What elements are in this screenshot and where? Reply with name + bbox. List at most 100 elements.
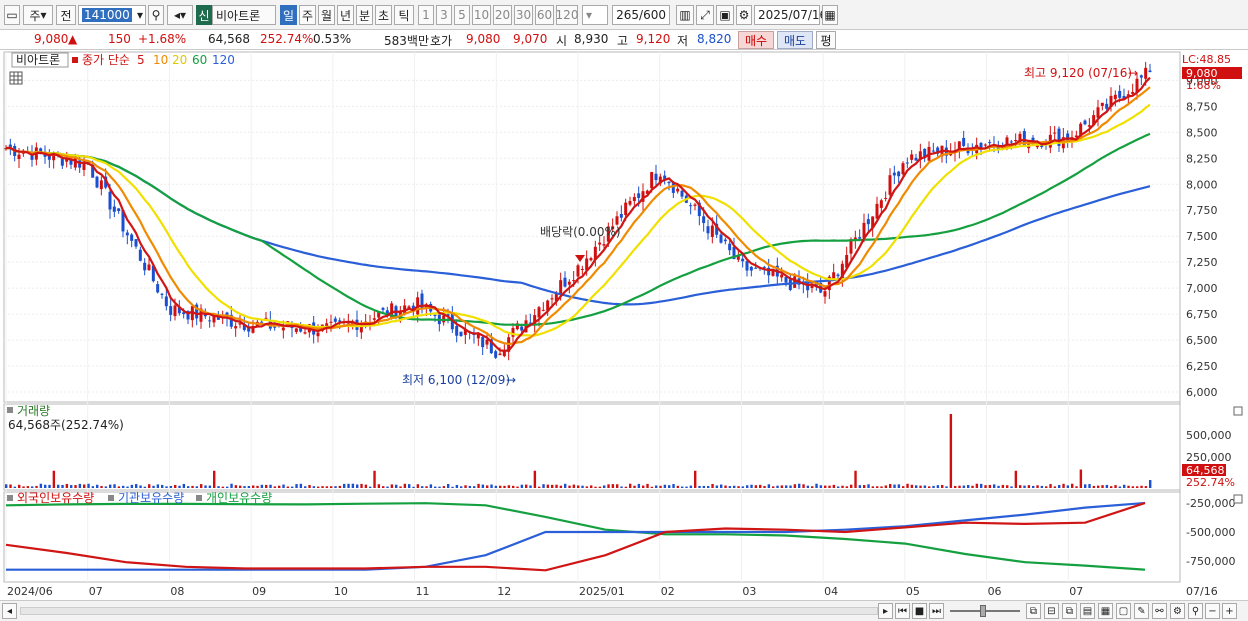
- legend-name: 비아트론: [16, 53, 60, 67]
- volume-bar: [880, 486, 883, 488]
- volume-bar: [369, 486, 372, 488]
- window-icon-2[interactable]: ▢: [1116, 603, 1131, 619]
- candle-body: [112, 206, 116, 212]
- candle-body: [598, 242, 602, 245]
- volume-bar: [473, 486, 476, 488]
- link-icon[interactable]: ⚯: [1152, 603, 1167, 619]
- candle-body: [589, 258, 593, 261]
- volume-bar: [52, 470, 56, 488]
- legend-ma20: 20: [172, 53, 187, 67]
- candle-body: [1009, 141, 1013, 143]
- candle-body: [832, 272, 836, 279]
- volume-bar: [395, 484, 398, 488]
- volume-bar: [871, 486, 875, 488]
- volume-bar: [48, 484, 51, 488]
- compare-icon[interactable]: ⧉: [1062, 603, 1077, 619]
- price-ytick: 6,000: [1186, 386, 1218, 399]
- pencil-icon[interactable]: ✎: [1134, 603, 1149, 619]
- candle-body: [567, 281, 571, 285]
- volume-bar: [962, 485, 966, 488]
- scrollbar-track[interactable]: [20, 607, 878, 615]
- volume-bar: [707, 485, 710, 488]
- volume-bar: [65, 483, 69, 488]
- x-label: 07: [1069, 585, 1083, 598]
- volume-bar: [464, 485, 467, 488]
- volume-bar: [590, 485, 593, 488]
- volume-bar: [429, 484, 433, 488]
- x-label: 02: [661, 585, 675, 598]
- candle-body: [693, 204, 697, 206]
- layout-icon[interactable]: ⧉: [1026, 603, 1041, 619]
- volume-bar: [1062, 483, 1065, 488]
- volume-bar: [494, 485, 498, 488]
- candle-body: [628, 200, 632, 205]
- scroll-left-icon[interactable]: ◂: [2, 603, 17, 619]
- grid-icon[interactable]: ▦: [1098, 603, 1113, 619]
- candle-body: [494, 351, 498, 358]
- candle-body: [884, 197, 888, 199]
- legend-ma-title: 종가 단순: [82, 53, 130, 67]
- split-icon[interactable]: ⊟: [1044, 603, 1059, 619]
- volume-bar: [1092, 485, 1096, 488]
- volume-bar: [694, 470, 697, 488]
- volume-bar: [1084, 484, 1087, 488]
- candle-body: [550, 298, 554, 300]
- volume-bar: [824, 485, 827, 488]
- volume-bar: [837, 486, 840, 488]
- zoom-in-icon[interactable]: +: [1222, 603, 1237, 619]
- volume-bar: [191, 485, 194, 488]
- volume-bar: [1144, 486, 1148, 488]
- panel-icon[interactable]: ▤: [1080, 603, 1095, 619]
- volume-bar: [624, 486, 628, 488]
- candle-body: [689, 205, 693, 207]
- volume-bar: [620, 486, 623, 488]
- zoom-search-icon[interactable]: ⚲: [1188, 603, 1203, 619]
- high-annotation: 최고 9,120 (07/16): [1024, 66, 1132, 80]
- volume-bar: [330, 486, 333, 488]
- stock-chart[interactable]: 9,0008,7508,5008,2508,0007,7507,5007,250…: [0, 0, 1248, 621]
- volume-bar: [152, 485, 155, 488]
- holding-close-icon[interactable]: [1233, 494, 1243, 504]
- candle-body: [988, 142, 992, 144]
- candle-body: [325, 323, 329, 327]
- table-icon[interactable]: [9, 71, 23, 85]
- settings-icon[interactable]: ⚙: [1170, 603, 1185, 619]
- high-arrow-icon: →: [1128, 66, 1138, 80]
- volume-bar: [165, 486, 168, 488]
- volume-bar: [1045, 486, 1048, 488]
- stop-icon[interactable]: ■: [912, 603, 927, 619]
- last-icon[interactable]: ⏭: [929, 603, 944, 619]
- candle-body: [1053, 132, 1057, 134]
- zoom-out-icon[interactable]: −: [1205, 603, 1220, 619]
- volume-close-icon[interactable]: [1233, 406, 1243, 416]
- volume-bar: [798, 483, 801, 488]
- volume-bar: [61, 485, 64, 488]
- low-annotation: 최저 6,100 (12/09): [402, 373, 510, 387]
- volume-bar: [876, 486, 879, 488]
- scroll-right-icon[interactable]: ▸: [878, 603, 893, 619]
- volume-bar: [477, 483, 480, 488]
- zoom-thumb[interactable]: [980, 605, 986, 617]
- candle-body: [303, 332, 307, 334]
- volume-bar: [351, 483, 355, 488]
- volume-bar: [754, 485, 758, 488]
- volume-bar: [31, 486, 34, 488]
- volume-bar: [915, 485, 918, 488]
- volume-bar: [737, 486, 740, 488]
- volume-marker: [7, 407, 13, 413]
- volume-bar: [646, 483, 649, 488]
- volume-bar: [780, 485, 784, 488]
- volume-bar: [468, 485, 472, 488]
- first-icon[interactable]: ⏮: [895, 603, 910, 619]
- volume-bar: [343, 483, 346, 488]
- volume-bar: [490, 484, 493, 488]
- candle-body: [433, 315, 437, 317]
- volume-bar: [187, 486, 190, 488]
- x-label: 12: [497, 585, 511, 598]
- candle-body: [910, 154, 914, 160]
- volume-bar: [304, 486, 307, 488]
- candle-body: [125, 232, 129, 236]
- price-ytick: 8,250: [1186, 152, 1218, 165]
- candle-body: [164, 296, 168, 307]
- volume-bar: [174, 484, 177, 488]
